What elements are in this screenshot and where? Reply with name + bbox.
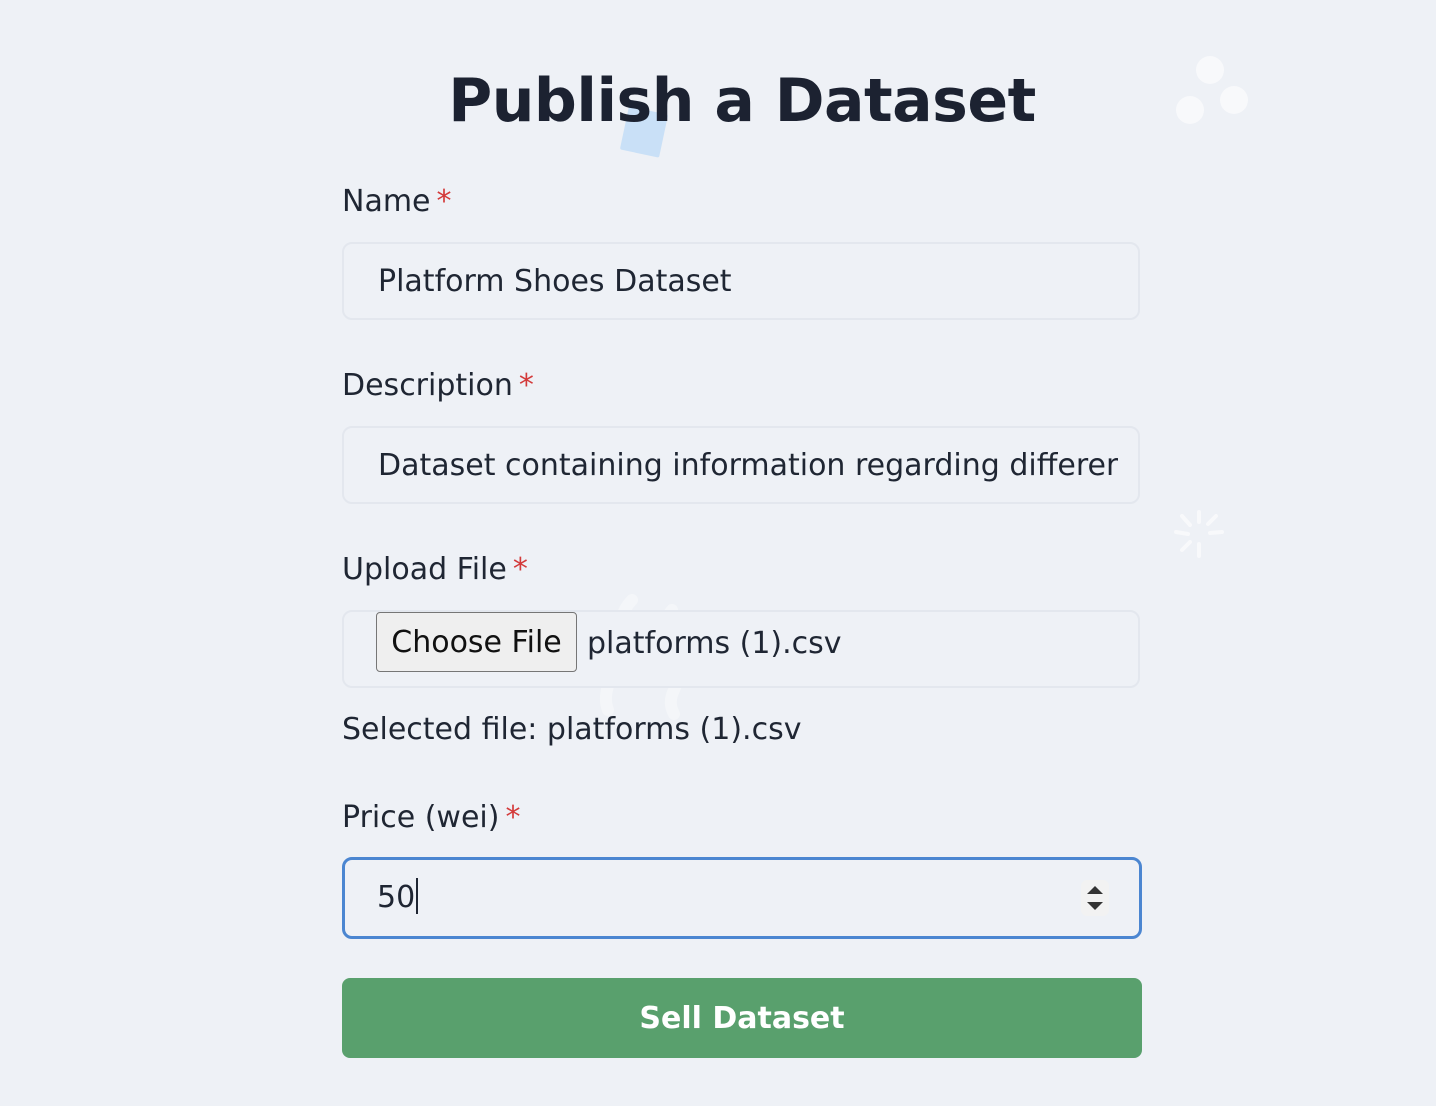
upload-file-label-text: Upload File (342, 552, 507, 587)
sell-dataset-button[interactable]: Sell Dataset (342, 978, 1142, 1058)
required-mark: * (436, 184, 452, 219)
price-input[interactable]: 50 (342, 857, 1142, 939)
page-title: Publish a Dataset (448, 66, 1036, 136)
description-label: Description * (342, 368, 534, 403)
description-label-text: Description (342, 368, 513, 403)
choose-file-button[interactable]: Choose File (376, 612, 577, 672)
price-label-text: Price (wei) (342, 800, 500, 835)
name-label-text: Name (342, 184, 431, 219)
text-caret (416, 877, 419, 914)
stepper-up-icon[interactable] (1087, 886, 1103, 894)
number-stepper[interactable] (1081, 880, 1109, 916)
file-input[interactable]: Choose File platforms (1).csv (342, 610, 1140, 688)
required-mark: * (518, 368, 534, 403)
price-input-text: 50 (377, 877, 419, 917)
stepper-down-icon[interactable] (1087, 902, 1103, 910)
name-label: Name * (342, 184, 452, 219)
price-label: Price (wei) * (342, 800, 520, 835)
name-input[interactable]: Platform Shoes Dataset (342, 242, 1140, 320)
selected-file-text: Selected file: platforms (1).csv (342, 712, 802, 747)
description-input[interactable]: Dataset containing information regarding… (342, 426, 1140, 504)
chosen-file-name: platforms (1).csv (587, 626, 842, 661)
description-input-value: Dataset containing information regarding… (378, 448, 1118, 483)
name-input-value: Platform Shoes Dataset (378, 264, 732, 299)
upload-file-label: Upload File * (342, 552, 528, 587)
price-input-value: 50 (377, 880, 416, 915)
decorative-burst-icon (1174, 510, 1224, 558)
publish-dataset-page: Publish a Dataset Name * Platform Shoes D… (0, 0, 1436, 1106)
required-mark: * (512, 552, 528, 587)
required-mark: * (505, 800, 521, 835)
